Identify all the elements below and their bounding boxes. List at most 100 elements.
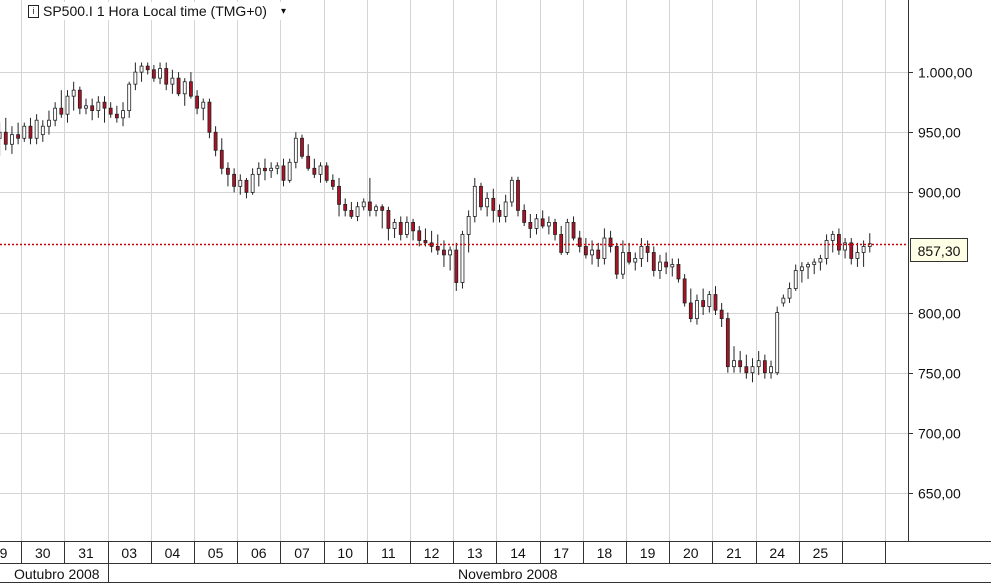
candle-body (139, 65, 144, 73)
x-day-label: 06 (251, 545, 267, 561)
candle-body (639, 246, 644, 259)
x-day-label: 29 (0, 545, 8, 561)
x-day-label: 18 (597, 545, 613, 561)
candle-body (337, 185, 341, 205)
candle (300, 134, 304, 159)
candle-body (769, 366, 773, 374)
candle-body (614, 246, 619, 275)
candle-body (219, 149, 224, 169)
candle-body (133, 71, 138, 85)
candle-body (540, 218, 545, 227)
candle-body (281, 165, 286, 181)
candle-body (312, 167, 317, 175)
y-tick-label: 750,00 (918, 366, 961, 382)
candle (516, 176, 520, 217)
x-day-label: 10 (337, 545, 353, 561)
candle-body (151, 69, 156, 79)
candle-body (688, 302, 693, 319)
candle-body (417, 230, 422, 241)
x-day-label: 19 (640, 545, 656, 561)
candle-body (306, 155, 311, 169)
candle-body (392, 222, 397, 229)
month-label: Novembro 2008 (458, 566, 558, 582)
candle-body (40, 125, 45, 136)
candle-body (738, 360, 743, 368)
candle-body (0, 131, 2, 139)
candle-body (658, 261, 662, 271)
candle (725, 312, 730, 373)
candle-body (10, 134, 14, 145)
candle-body (189, 81, 193, 97)
candle (479, 182, 483, 211)
price-chart[interactable]: 1.000,00 950,00 900,00 800,00 750,00 700,00 65… (0, 0, 991, 584)
candle-body (837, 234, 841, 251)
candle-body (546, 222, 551, 227)
x-day-label: 24 (769, 545, 785, 561)
candle-body (645, 246, 650, 253)
candle (614, 242, 619, 279)
symbol: SP500.I (43, 3, 93, 19)
candle-body (318, 165, 323, 175)
candle (565, 218, 570, 255)
candle-body (528, 222, 533, 229)
candle-body (170, 77, 175, 85)
candle-body (861, 246, 866, 253)
candle-body (114, 113, 119, 119)
candle-body (460, 234, 465, 283)
candle-body (491, 197, 496, 211)
candle-body (398, 222, 403, 235)
candle-body (164, 68, 169, 85)
candle-body (108, 107, 113, 115)
candle-body (59, 107, 64, 115)
candle-body (300, 137, 304, 157)
candle-body (34, 119, 39, 139)
candle-body (559, 234, 564, 253)
candle-body (330, 179, 335, 187)
candle-body (454, 249, 459, 283)
candle-body (725, 318, 730, 368)
candle-body (65, 95, 70, 115)
candle-body (583, 246, 588, 256)
current-price-label: 857,30 (910, 238, 968, 262)
x-day-label: 05 (208, 545, 224, 561)
candle-body (16, 134, 21, 139)
candle-body (682, 278, 687, 304)
candle (207, 98, 212, 139)
candle-body (799, 266, 804, 271)
candle-body (411, 222, 415, 232)
y-tick-label: 1.000,00 (918, 65, 973, 81)
candle-body (158, 68, 162, 79)
y-tick-label: 650,00 (918, 486, 961, 502)
candle-body (355, 206, 360, 217)
x-day-label: 21 (726, 545, 742, 561)
candle-body (775, 312, 780, 374)
chevron-down-icon[interactable]: ▾ (281, 6, 286, 17)
candle-body (787, 288, 792, 299)
candle-body (571, 222, 576, 239)
candle-body (263, 167, 267, 172)
candle-body (3, 131, 8, 145)
candle-body (621, 252, 625, 275)
candle-body (596, 249, 601, 259)
candle (682, 274, 687, 307)
candle-body (343, 203, 348, 211)
candle-body (750, 366, 755, 374)
candle-body (250, 173, 255, 193)
chart-title[interactable]: i SP500.I 1 Hora Local time (TMG+0) ▾ (28, 2, 286, 20)
candle-body (442, 249, 446, 256)
candle-body (509, 179, 514, 203)
candle-body (22, 125, 27, 139)
candle-body (28, 125, 33, 139)
candle (287, 158, 292, 183)
candle-body (182, 81, 187, 95)
candle-body (565, 222, 570, 253)
x-day-label: 11 (381, 545, 396, 561)
candle-body (497, 209, 502, 217)
candle-body (602, 237, 607, 259)
candle-body (90, 105, 95, 112)
candle-body (293, 137, 298, 163)
candle-body (386, 209, 391, 229)
x-day-label: 20 (683, 545, 699, 561)
candle-body (405, 222, 409, 235)
candle-body (633, 258, 638, 263)
